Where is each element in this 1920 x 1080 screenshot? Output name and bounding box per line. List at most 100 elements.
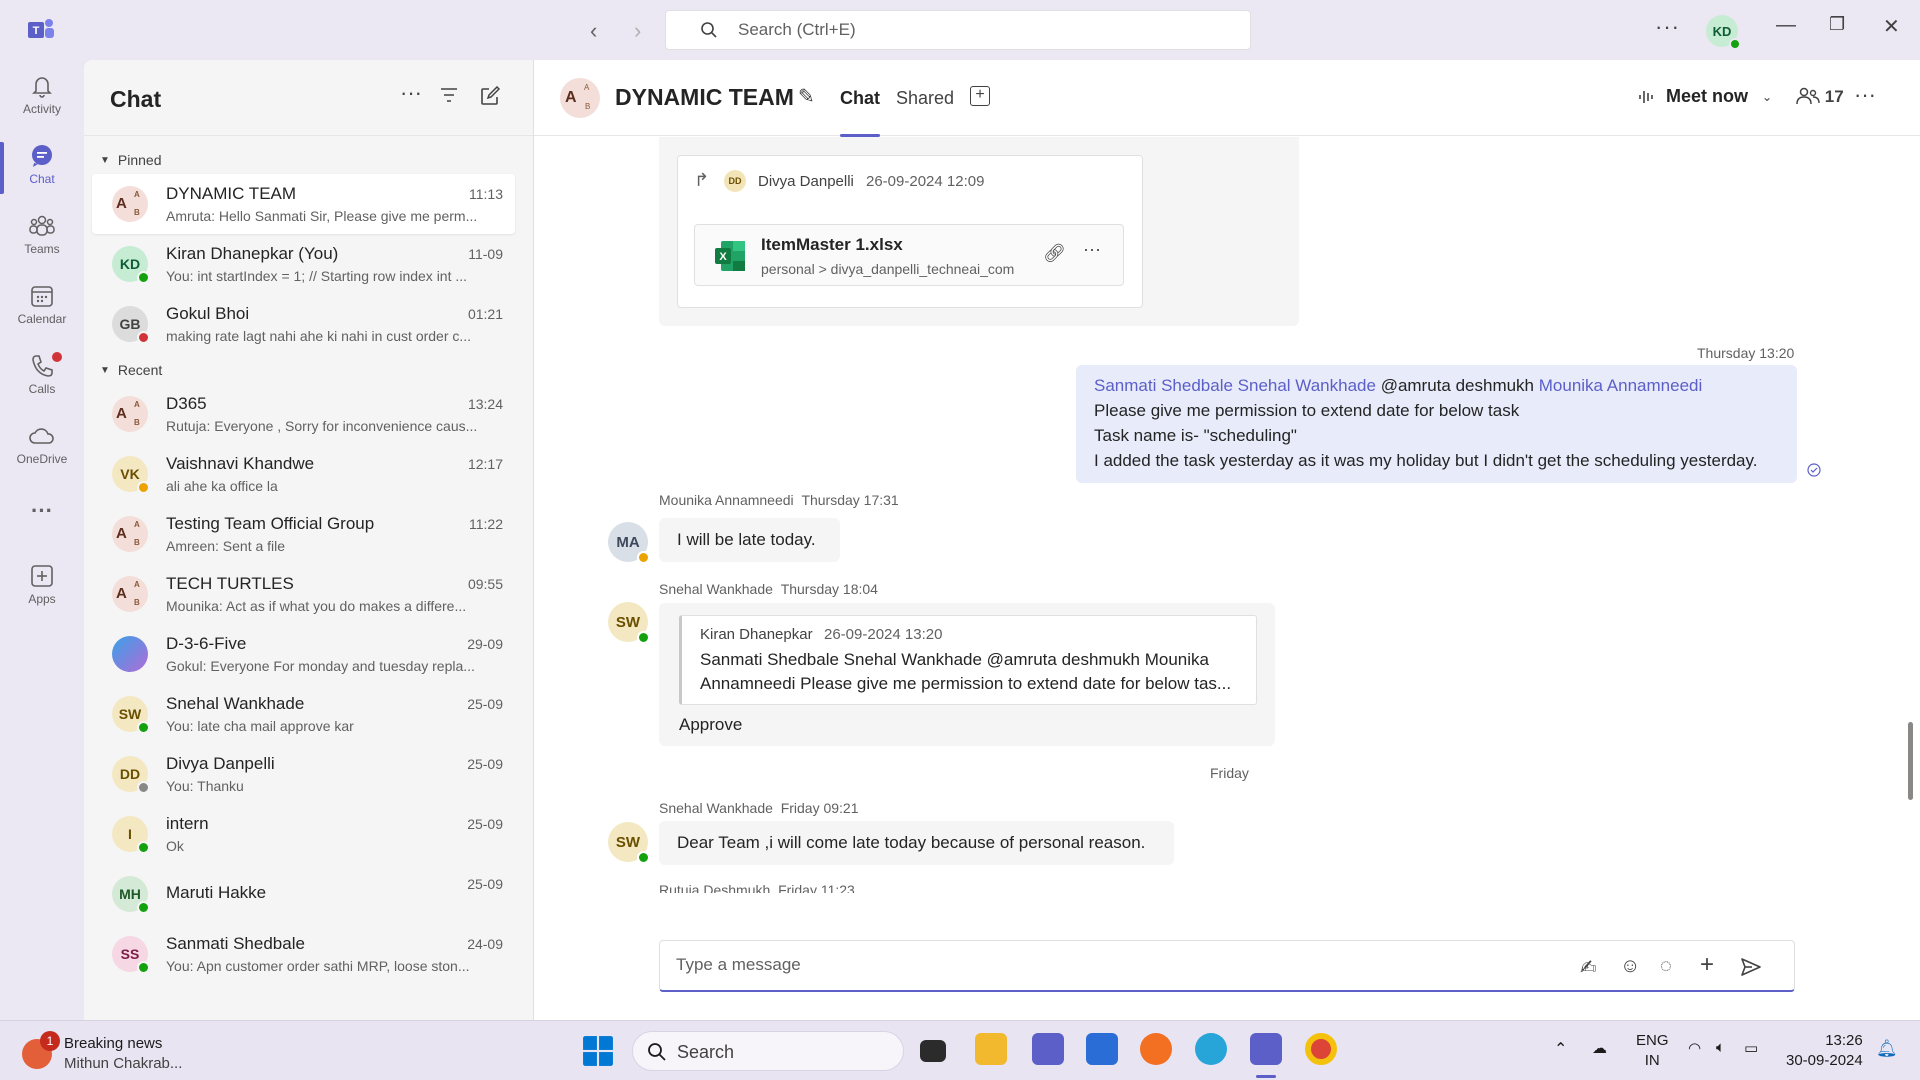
- group-avatar[interactable]: A A B: [560, 78, 600, 118]
- send-icon[interactable]: [1740, 957, 1762, 977]
- mention[interactable]: Sanmati Shedbale Snehal Wankhade: [1094, 376, 1376, 395]
- quoted-message[interactable]: Kiran Dhanepkar 26-09-2024 13:20 Sanmati…: [679, 615, 1257, 705]
- caret-down-icon: ▼: [100, 364, 110, 376]
- my-message-bubble[interactable]: Sanmati Shedbale Snehal Wankhade @amruta…: [1076, 365, 1797, 483]
- message-composer[interactable]: ✍︎ ☺︎ ◌ +: [659, 940, 1795, 992]
- meet-now-button[interactable]: Meet now ⌄: [1638, 86, 1772, 107]
- format-icon[interactable]: ✍︎: [1580, 955, 1597, 980]
- forward-arrow-icon[interactable]: ›: [634, 18, 641, 44]
- chat-name: intern: [166, 814, 209, 833]
- back-arrow-icon[interactable]: ‹: [590, 18, 597, 44]
- minimize-icon[interactable]: —: [1776, 14, 1796, 37]
- participants-button[interactable]: 17: [1796, 86, 1844, 107]
- store-icon[interactable]: [1086, 1033, 1118, 1065]
- avatar-letter: A: [116, 585, 127, 602]
- chat-list-item[interactable]: VK Vaishnavi Khandwe 12:17 ali ahe ka offic…: [92, 444, 515, 504]
- battery-icon[interactable]: ▭: [1744, 1039, 1758, 1057]
- rail-item-calendar[interactable]: Calendar: [0, 276, 84, 342]
- new-chat-icon[interactable]: [480, 86, 500, 106]
- chat-preview: making rate lagt nahi ahe ki nahi in cus…: [166, 328, 472, 344]
- news-subtitle: Mithun Chakrab...: [64, 1055, 183, 1072]
- message-bubble[interactable]: I will be late today.: [659, 518, 840, 562]
- user-initials: KD: [1712, 23, 1732, 39]
- rail-item-teams[interactable]: Teams: [0, 206, 84, 272]
- file-explorer-icon[interactable]: [975, 1033, 1007, 1065]
- more-options-icon[interactable]: ···: [1083, 239, 1101, 260]
- pinned-section-toggle[interactable]: ▼ Pinned: [84, 146, 533, 174]
- filter-icon[interactable]: [440, 87, 458, 103]
- teams-app-icon[interactable]: [1032, 1033, 1064, 1065]
- chat-list-item[interactable]: A A B Testing Team Official Group 11:22 Amree…: [92, 504, 515, 564]
- close-icon[interactable]: ✕: [1883, 14, 1900, 39]
- rail-item-chat[interactable]: Chat: [0, 136, 84, 202]
- presence-status-icon: [137, 961, 150, 974]
- search-input[interactable]: [738, 20, 1218, 40]
- message-input[interactable]: [676, 955, 1556, 975]
- onedrive-tray-icon[interactable]: ☁︎: [1592, 1039, 1607, 1057]
- chat-list-item[interactable]: SW Snehal Wankhade 25-09 You: late cha mail…: [92, 684, 515, 744]
- system-clock[interactable]: 13:26 30-09-2024: [1786, 1031, 1863, 1071]
- forwarded-message-card[interactable]: ↱ DD Divya Danpelli 26-09-2024 12:09 X I…: [677, 155, 1143, 308]
- presence-available-icon: [1729, 38, 1741, 50]
- rail-item-calls[interactable]: Calls: [0, 346, 84, 412]
- edit-name-icon[interactable]: ✎: [798, 84, 815, 109]
- presence-status-icon: [137, 271, 150, 284]
- teams-active-icon[interactable]: [1250, 1033, 1282, 1065]
- add-tab-icon[interactable]: +: [970, 86, 990, 106]
- chat-list-item[interactable]: MH Maruti Hakke 25-09: [92, 864, 515, 924]
- chat-list-item[interactable]: KD Kiran Dhanepkar (You) 11-09 You: int sta…: [92, 234, 515, 294]
- chat-list-item[interactable]: GB Gokul Bhoi 01:21 making rate lagt nahi a…: [92, 294, 515, 354]
- firefox-icon[interactable]: [1140, 1033, 1172, 1065]
- message-text: I will be late today.: [677, 530, 816, 549]
- tab-shared[interactable]: Shared: [896, 88, 954, 109]
- chat-list-item[interactable]: D-3-6-Five 29-09 Gokul: Everyone For monda…: [92, 624, 515, 684]
- chrome-icon[interactable]: [1305, 1033, 1337, 1065]
- chat-preview: You: int startIndex = 1; // Starting row…: [166, 268, 468, 284]
- taskbar-search[interactable]: Search: [632, 1031, 904, 1071]
- attach-plus-icon[interactable]: +: [1700, 951, 1714, 979]
- chat-list-item[interactable]: A A B DYNAMIC TEAM 11:13 Amruta: Hello Sanmat…: [92, 174, 515, 234]
- tab-chat[interactable]: Chat: [840, 88, 880, 137]
- avatar[interactable]: SW: [608, 822, 650, 864]
- chevron-down-icon[interactable]: ⌄: [1762, 90, 1772, 104]
- windows-start-icon[interactable]: [582, 1035, 614, 1067]
- message-bubble[interactable]: Kiran Dhanepkar 26-09-2024 13:20 Sanmati…: [659, 603, 1275, 746]
- emoji-icon[interactable]: ☺︎: [1620, 955, 1640, 978]
- more-options-icon[interactable]: ···: [400, 80, 422, 106]
- edge-icon[interactable]: [1195, 1033, 1227, 1065]
- rail-label: Chat: [29, 172, 55, 186]
- teams-logo-icon[interactable]: T: [26, 16, 56, 44]
- chat-list-item[interactable]: SS Sanmati Shedbale 24-09 You: Apn customer…: [92, 924, 515, 984]
- restore-icon[interactable]: ❐: [1829, 14, 1845, 35]
- audio-wave-icon: [1639, 90, 1653, 103]
- chat-list-item[interactable]: DD Divya Danpelli 25-09 You: Thanku: [92, 744, 515, 804]
- chat-list-item[interactable]: A A B TECH TURTLES 09:55 Mounika: Act as if w…: [92, 564, 515, 624]
- chat-list-item[interactable]: A A B D365 13:24 Rutuja: Everyone , Sorry for…: [92, 384, 515, 444]
- chat-time: 11-09: [468, 246, 503, 262]
- loop-icon[interactable]: ◌: [1660, 955, 1672, 978]
- rail-item-activity[interactable]: Activity: [0, 66, 84, 132]
- rail-item-onedrive[interactable]: OneDrive: [0, 416, 84, 482]
- file-attachment[interactable]: X ItemMaster 1.xlsx personal > divya_dan…: [694, 224, 1124, 286]
- more-options-icon[interactable]: ···: [1854, 82, 1876, 108]
- wifi-icon[interactable]: ◠: [1688, 1039, 1701, 1057]
- user-avatar[interactable]: KD: [1706, 15, 1741, 50]
- scrollbar-thumb[interactable]: [1908, 722, 1913, 800]
- avatar[interactable]: SW: [608, 602, 650, 644]
- language-indicator[interactable]: ENG IN: [1636, 1031, 1669, 1071]
- avatar[interactable]: MA: [608, 522, 650, 564]
- task-view-icon[interactable]: [920, 1040, 946, 1062]
- chevron-up-icon[interactable]: ⌃: [1554, 1039, 1567, 1059]
- more-apps-icon[interactable]: ···: [0, 496, 84, 536]
- rail-item-apps[interactable]: Apps: [0, 556, 84, 622]
- chat-preview: Amruta: Hello Sanmati Sir, Please give m…: [166, 208, 478, 224]
- chat-list-item[interactable]: Iintern 25-09 Ok: [92, 804, 515, 864]
- more-options-icon[interactable]: ···: [1655, 14, 1680, 40]
- link-icon[interactable]: 🔗︎: [1043, 243, 1066, 264]
- volume-icon[interactable]: 🔈︎: [1716, 1039, 1725, 1056]
- mention[interactable]: Mounika Annamneedi: [1539, 376, 1703, 395]
- search-bar[interactable]: [665, 10, 1251, 50]
- recent-section-toggle[interactable]: ▼ Recent: [84, 356, 533, 384]
- notification-bell-icon[interactable]: 🔔︎: [1876, 1039, 1898, 1059]
- message-bubble[interactable]: Dear Team ,i will come late today becaus…: [659, 821, 1174, 865]
